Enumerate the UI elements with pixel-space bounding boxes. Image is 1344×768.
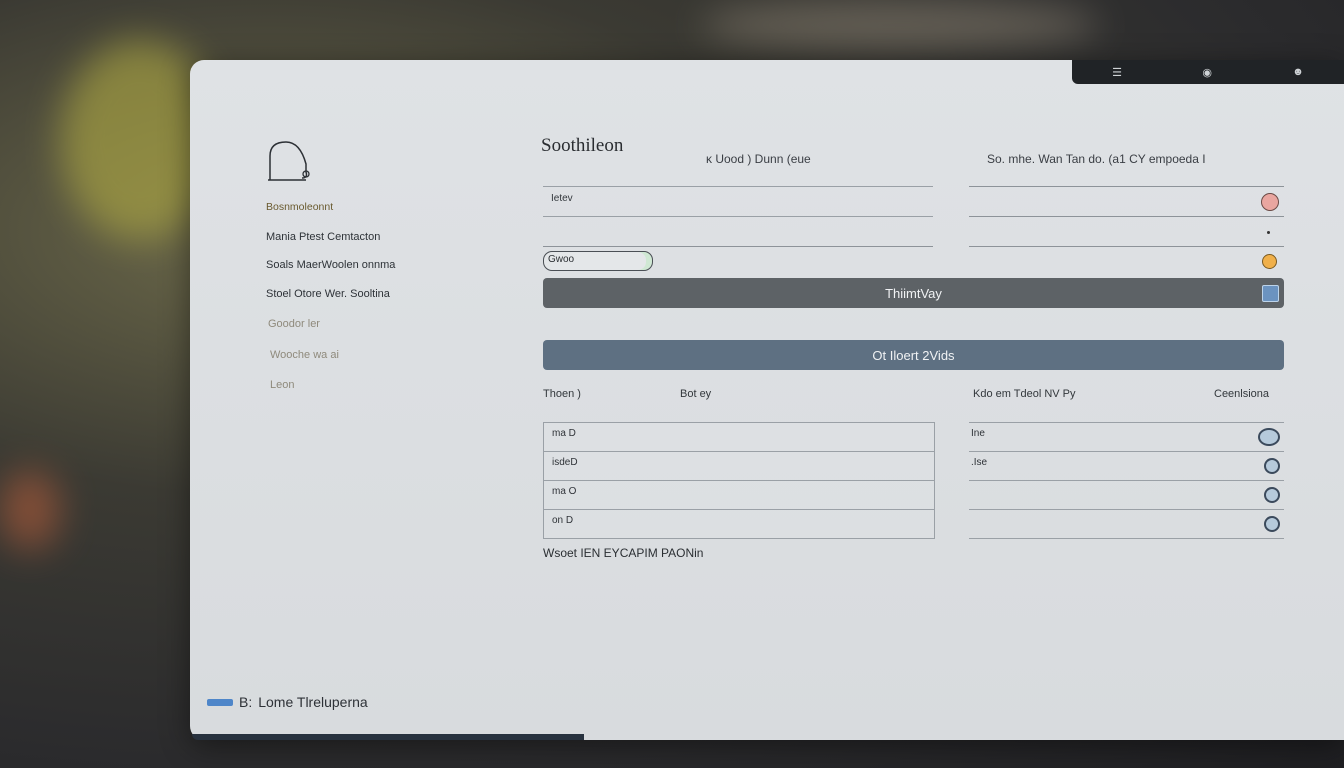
status-text: Lome Tlreluperna xyxy=(258,694,368,710)
column-header[interactable]: Ceenlsiona xyxy=(1214,388,1269,400)
status-bar: B: Lome Tlreluperna xyxy=(207,694,368,710)
sidebar-item-3[interactable]: Stoel Otore Wer. Sooltina xyxy=(266,288,390,300)
user-icon[interactable]: ☻ xyxy=(1292,66,1304,78)
table-row[interactable] xyxy=(969,480,1284,509)
cell: Ine xyxy=(971,428,985,439)
column-header[interactable]: Bot ey xyxy=(680,388,711,400)
status-label: B: xyxy=(239,694,253,710)
page-subtitle: ᴋ Uood ) Dunn (eue xyxy=(706,152,811,166)
page-subtitle-right: So. mhe. Wan Tan do. (a1 CY empoeda I xyxy=(987,152,1206,166)
app-logo-icon xyxy=(268,141,310,181)
window-bottom-accent xyxy=(192,734,584,740)
secondary-action-label: Ot Iloert 2Vids xyxy=(872,347,955,363)
sidebar-item-6[interactable]: Leon xyxy=(270,379,294,391)
table-row[interactable]: isdeD xyxy=(543,451,935,480)
sidebar-item-4[interactable]: Goodor ler xyxy=(268,318,320,330)
checkbox-icon[interactable] xyxy=(1262,285,1279,302)
camera-icon[interactable]: ◉ xyxy=(1202,66,1212,79)
table-row[interactable]: ma D xyxy=(543,422,935,451)
table-row[interactable]: .Ise xyxy=(969,451,1284,480)
radio-button[interactable] xyxy=(1264,487,1280,503)
text-field[interactable]: Ietev xyxy=(543,186,933,217)
column-header[interactable]: Thoen ) xyxy=(543,388,581,400)
toggle-pill-label: Gwoo xyxy=(548,254,575,265)
bullet-dot xyxy=(1267,231,1270,234)
column-header[interactable]: Kdo em Tdeol NV Py xyxy=(973,388,1076,400)
primary-action-label: ThiimtVay xyxy=(885,285,942,301)
menu-icon[interactable]: ☰ xyxy=(1112,66,1122,79)
color-dot-pink[interactable] xyxy=(1261,193,1279,211)
divider xyxy=(543,246,933,247)
divider xyxy=(969,246,1284,247)
table-row[interactable]: on D xyxy=(543,509,935,539)
radio-button[interactable] xyxy=(1264,458,1280,474)
table-row[interactable]: ma O xyxy=(543,480,935,509)
cell: on D xyxy=(552,515,574,526)
field-label: Ietev xyxy=(551,193,573,204)
cell: ma D xyxy=(552,428,576,439)
background-blur xyxy=(0,470,60,550)
footnote-text: Wsoet IEN EYCAPIM PAONin xyxy=(543,546,704,560)
cell: .Ise xyxy=(971,457,988,468)
status-indicator-icon xyxy=(207,698,233,706)
sidebar-item-1[interactable]: Mania Ptest Cemtacton xyxy=(266,231,380,243)
cell: isdeD xyxy=(552,457,578,468)
color-dot-orange[interactable] xyxy=(1262,254,1277,269)
divider xyxy=(969,216,1284,217)
page-title: Soothileon xyxy=(541,135,624,156)
table-row[interactable] xyxy=(969,509,1284,539)
table-row[interactable]: Ine xyxy=(969,422,1284,451)
sidebar-item-5[interactable]: Wooche wa ai xyxy=(270,349,339,361)
radio-button[interactable] xyxy=(1264,516,1280,532)
toggle-pill[interactable]: Gwoo xyxy=(543,251,653,271)
window-top-bar: ☰ ◉ ☻ xyxy=(1072,60,1344,84)
radio-button[interactable] xyxy=(1258,428,1280,446)
cell: ma O xyxy=(552,486,577,497)
secondary-action-button[interactable]: Ot Iloert 2Vids xyxy=(543,340,1284,370)
sidebar-item-2[interactable]: Soals MaerWoolen onnma xyxy=(266,259,395,271)
divider xyxy=(969,186,1284,187)
sidebar-item-0[interactable]: Bosnmoleonnt xyxy=(266,201,333,213)
primary-action-button[interactable]: ThiimtVay xyxy=(543,278,1284,308)
background-blur xyxy=(700,0,1100,50)
